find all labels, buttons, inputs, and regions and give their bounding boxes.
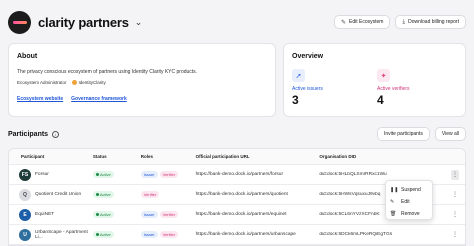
status-badge: Active	[92, 211, 114, 218]
organisation-did: did:dock:5DCk6mLPKeRQiEgTGs	[319, 232, 393, 237]
admin-name: IdentityClarity	[78, 80, 106, 85]
row-actions-kebab-icon[interactable]: ⋮	[451, 169, 459, 180]
role-badge-issuer: Issuer	[140, 171, 158, 178]
download-icon: ⤓	[402, 18, 406, 25]
menu-item-suspend[interactable]: ❚❚ Suspend	[386, 184, 432, 196]
participation-url: https://bank-demo.dock.io/partners/forsu…	[195, 172, 284, 177]
participation-url: https://bank-demo.dock.io/partners/equin…	[195, 212, 287, 217]
role-badge-verifier: Verifier	[159, 231, 179, 238]
status-label: Active	[99, 232, 111, 237]
column-header-url: Official participation URL	[195, 154, 250, 159]
status-label: Active	[99, 212, 111, 217]
active-verifiers-value: 4	[377, 93, 384, 107]
organisation-did: did:dock:5HLbQLSmrRRxc1Wu	[319, 172, 387, 177]
participation-url: https://bank-demo.dock.io/partners/urban…	[195, 232, 296, 237]
participant-avatar: Q	[19, 188, 31, 201]
page-title: clarity partners	[38, 14, 129, 30]
menu-item-label: Suspend	[401, 187, 421, 193]
page-header: clarity partners ⌄ ✎ Edit Ecosystem ⤓ Do…	[8, 9, 466, 35]
participant-name: Quotient Credit Union	[35, 192, 82, 197]
status-badge: Active	[92, 191, 114, 198]
overview-card: Overview ➚ Active issuers 3 ✦ Active ver…	[283, 43, 466, 117]
about-card: About The privacy conscious ecosystem of…	[8, 43, 276, 117]
pause-icon: ❚❚	[390, 187, 399, 193]
menu-item-remove[interactable]: 🗑 Remove	[386, 208, 432, 220]
role-badge-issuer: Issuer	[140, 211, 158, 218]
edit-ecosystem-label: Edit Ecosystem	[349, 19, 384, 25]
participant-avatar: FS	[19, 168, 31, 181]
invite-participants-button[interactable]: Invite participants	[376, 127, 430, 141]
ecosystem-website-link[interactable]: Ecosystem website	[17, 96, 63, 102]
role-badge-verifier: Verifier	[159, 171, 179, 178]
role-badge-verifier: Verifier	[159, 211, 179, 218]
row-actions-kebab-icon[interactable]: ⋮	[451, 230, 459, 240]
row-actions-kebab-icon[interactable]: ⋮	[451, 190, 459, 200]
admin-label: Ecosystem Administrator	[17, 80, 67, 85]
trash-icon: 🗑	[390, 211, 397, 217]
participants-header: Participants i Invite participants View …	[8, 126, 466, 142]
active-issuers-stat: ➚ Active issuers 3	[292, 69, 323, 107]
status-badge: Active	[92, 231, 114, 238]
row-actions-menu: ❚❚ Suspend ✎ Edit 🗑 Remove	[385, 180, 433, 220]
overview-title: Overview	[292, 53, 324, 60]
view-all-button[interactable]: View all	[434, 127, 466, 141]
menu-item-label: Edit	[401, 199, 410, 205]
chevron-down-icon[interactable]: ⌄	[135, 17, 143, 28]
participation-url: https://bank-demo.dock.io/partners/quoti…	[195, 192, 288, 197]
verifier-icon: ✦	[377, 69, 390, 82]
download-billing-label: Download billing report	[408, 19, 459, 25]
admin-logo-icon	[71, 80, 77, 85]
status-badge: Active	[92, 171, 114, 178]
menu-item-label: Remove	[401, 211, 420, 217]
about-title: About	[17, 53, 38, 60]
column-header-did: Organisation DID	[319, 154, 357, 159]
participant-avatar: U	[19, 228, 31, 241]
column-header-participant: Participant	[21, 154, 45, 159]
about-description: The privacy conscious ecosystem of partn…	[17, 69, 198, 75]
admin-row: Ecosystem Administrator IdentityClarity	[17, 80, 106, 85]
active-verifiers-label: Active verifiers	[377, 86, 410, 92]
menu-item-edit[interactable]: ✎ Edit	[386, 196, 432, 208]
participant-avatar: E	[19, 208, 31, 221]
pencil-icon: ✎	[390, 199, 395, 205]
issuer-icon: ➚	[292, 69, 305, 82]
participant-name: UrbanScape - Apartment Li...	[35, 229, 88, 240]
ecosystem-logo	[8, 10, 31, 34]
active-issuers-label: Active issuers	[292, 86, 323, 92]
info-icon[interactable]: i	[52, 130, 60, 138]
status-label: Active	[99, 172, 111, 177]
governance-framework-link[interactable]: Governance framework	[71, 96, 127, 102]
download-billing-button[interactable]: ⤓ Download billing report	[395, 15, 466, 29]
participants-title: Participants	[8, 130, 49, 138]
column-header-status: Status	[92, 154, 107, 159]
active-verifiers-stat: ✦ Active verifiers 4	[377, 69, 410, 107]
column-header-roles: Roles	[140, 154, 153, 159]
table-header: Participant Status Roles Official partic…	[9, 149, 465, 165]
role-badge-verifier: Verifier	[140, 191, 160, 198]
participant-name: Forsur	[35, 172, 49, 177]
row-actions-kebab-icon[interactable]: ⋮	[451, 210, 459, 220]
role-badge-issuer: Issuer	[140, 231, 158, 238]
active-issuers-value: 3	[292, 93, 299, 107]
edit-ecosystem-button[interactable]: ✎ Edit Ecosystem	[333, 15, 391, 29]
pencil-icon: ✎	[340, 19, 346, 26]
status-label: Active	[99, 192, 111, 197]
admin-logo: IdentityClarity	[71, 80, 106, 85]
participant-name: EquiNET	[35, 212, 55, 217]
table-row[interactable]: U UrbanScape - Apartment Li... Active Issue…	[9, 225, 465, 245]
